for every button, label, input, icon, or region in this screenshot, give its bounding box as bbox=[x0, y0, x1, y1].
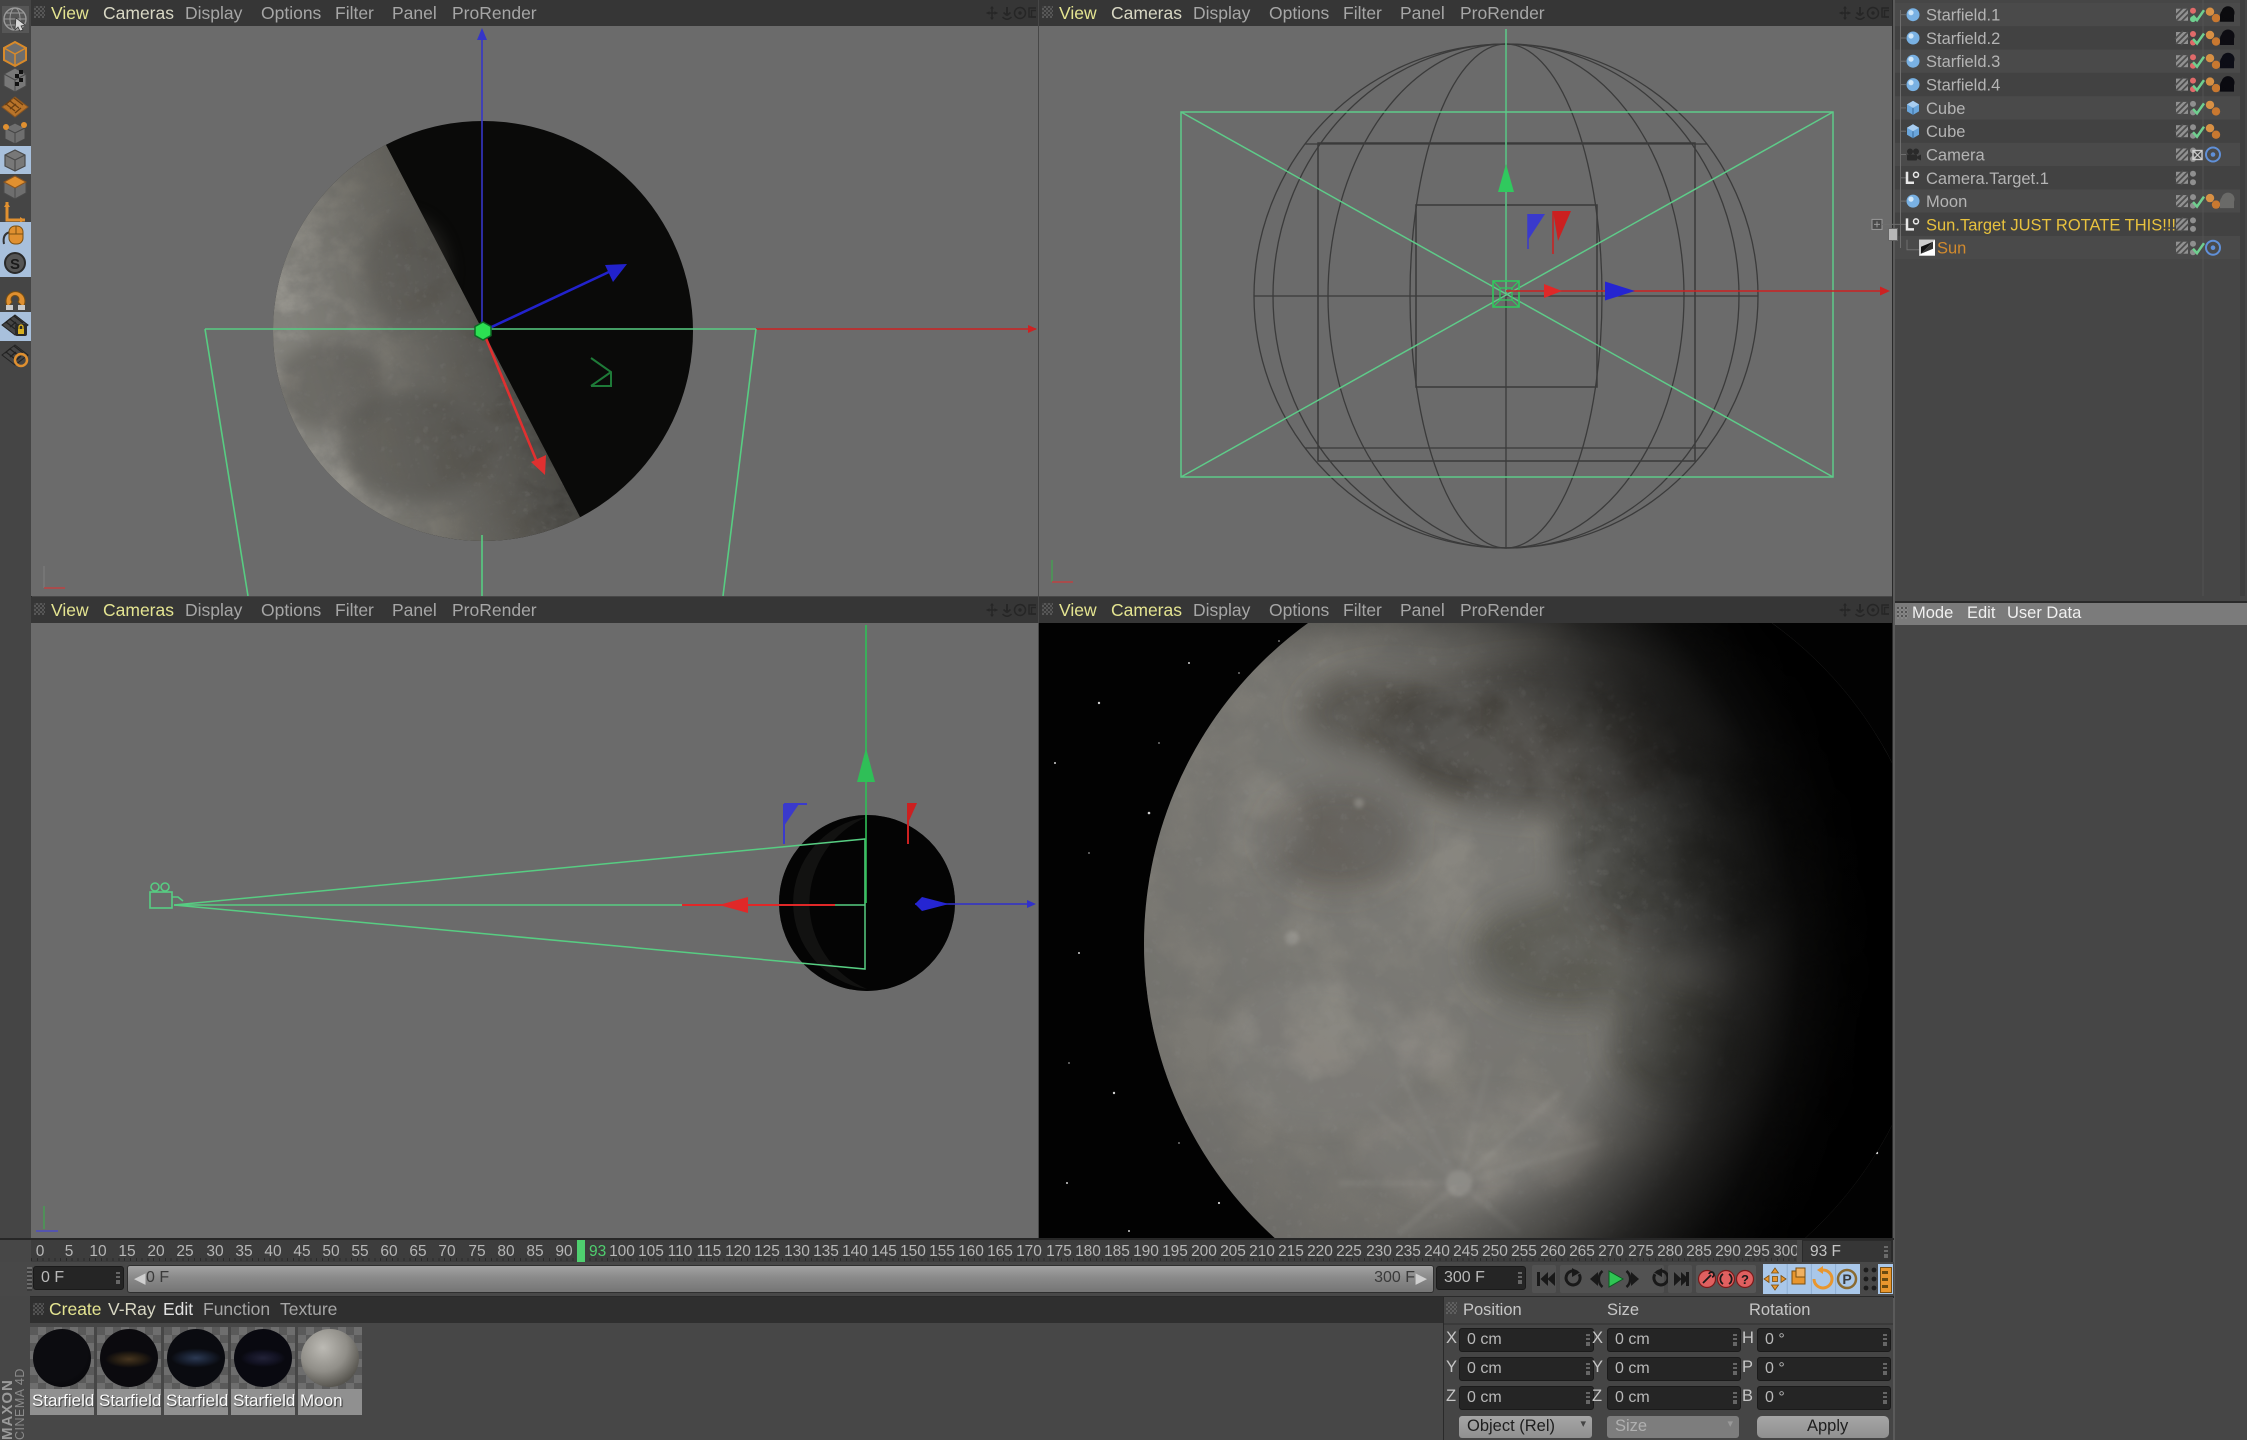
svg-text:Starfield.1: Starfield.1 bbox=[1926, 7, 2000, 25]
svg-text:Camera.Target.1: Camera.Target.1 bbox=[1926, 170, 2049, 188]
svg-text:Sun.Target JUST ROTATE THIS!!!: Sun.Target JUST ROTATE THIS!!!! bbox=[1926, 216, 2181, 234]
svg-text:Starfield.4: Starfield.4 bbox=[1926, 77, 2000, 95]
svg-text:Camera: Camera bbox=[1926, 147, 1986, 165]
svg-text:Cube: Cube bbox=[1926, 123, 1965, 141]
svg-text:Cube: Cube bbox=[1926, 100, 1965, 118]
svg-text:S: S bbox=[10, 256, 20, 273]
svg-text:Sun: Sun bbox=[1937, 240, 1966, 258]
svg-text:?: ? bbox=[1741, 1272, 1749, 1287]
svg-text:Starfield.3: Starfield.3 bbox=[1926, 53, 2000, 71]
svg-text:P: P bbox=[1842, 1271, 1851, 1287]
svg-text:Starfield.2: Starfield.2 bbox=[1926, 30, 2000, 48]
svg-text:Moon: Moon bbox=[1926, 193, 1967, 211]
